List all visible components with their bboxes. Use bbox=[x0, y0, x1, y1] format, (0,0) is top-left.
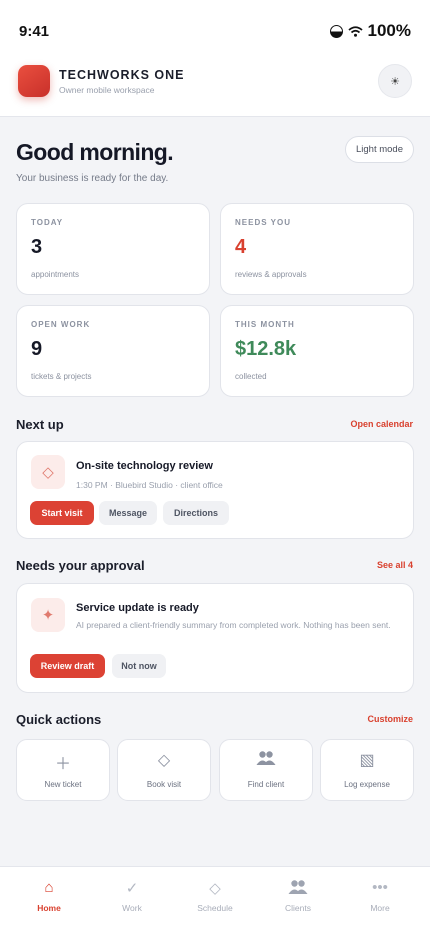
customize-link[interactable]: Customize bbox=[367, 714, 413, 724]
tab-label: Home bbox=[37, 903, 61, 913]
tab-clients[interactable]: Clients bbox=[255, 867, 341, 932]
status-time: 9:41 bbox=[19, 23, 50, 40]
battery-level: 100% bbox=[367, 21, 411, 40]
quick-action-book-visit[interactable]: ◇ Book visit bbox=[117, 739, 211, 801]
dots-icon: ••• bbox=[372, 879, 388, 896]
focus-icon bbox=[329, 24, 343, 38]
approval-title: Service update is ready bbox=[76, 602, 199, 614]
section-title-next-up: Next up bbox=[16, 417, 64, 432]
appointment-title: On-site technology review bbox=[76, 460, 213, 472]
people-icon bbox=[255, 879, 341, 899]
stat-card-this-month[interactable]: THIS MONTH $12.8k collected bbox=[220, 305, 414, 397]
status-bar: 9:41 100% bbox=[0, 0, 430, 56]
page-subtitle: Your business is ready for the day. bbox=[16, 173, 169, 184]
tab-work[interactable]: ✓ Work bbox=[89, 867, 175, 932]
page-title: Good morning. bbox=[16, 139, 174, 165]
tab-schedule[interactable]: ◇ Schedule bbox=[172, 867, 258, 932]
stat-value: 9 bbox=[31, 338, 43, 360]
app-logo bbox=[18, 65, 50, 97]
stat-card-open-work[interactable]: OPEN WORK 9 tickets & projects bbox=[16, 305, 210, 397]
stat-caption: reviews & approvals bbox=[235, 270, 307, 279]
app-subtitle: Owner mobile workspace bbox=[59, 85, 155, 95]
tab-bar: ⌂ Home ✓ Work ◇ Schedule Clients ••• Mor… bbox=[0, 866, 430, 932]
quick-action-log-expense[interactable]: ▧ Log expense bbox=[320, 739, 414, 801]
stat-card-needs-you[interactable]: NEEDS YOU 4 reviews & approvals bbox=[220, 203, 414, 295]
home-icon: ⌂ bbox=[44, 879, 54, 896]
approval-card[interactable]: ✦ Service update is ready AI prepared a … bbox=[16, 583, 414, 693]
theme-toggle-button[interactable]: ☀ bbox=[378, 64, 412, 98]
stat-card-today[interactable]: TODAY 3 appointments bbox=[16, 203, 210, 295]
stat-label: THIS MONTH bbox=[235, 320, 295, 329]
diamond-icon: ◇ bbox=[157, 752, 171, 769]
stat-label: NEEDS YOU bbox=[235, 218, 291, 227]
wifi-icon bbox=[347, 25, 363, 37]
stat-caption: collected bbox=[235, 372, 267, 381]
tab-label: More bbox=[370, 903, 390, 913]
quick-action-label: Find client bbox=[247, 780, 285, 789]
section-title-quick-actions: Quick actions bbox=[16, 712, 102, 727]
diamond-icon: ◇ bbox=[31, 455, 65, 489]
approval-detail: AI prepared a client-friendly summary fr… bbox=[76, 620, 391, 630]
plus-icon: ＋ bbox=[54, 756, 71, 773]
check-icon: ✓ bbox=[125, 880, 139, 897]
start-visit-button[interactable]: Start visit bbox=[30, 501, 94, 525]
not-now-button[interactable]: Not now bbox=[112, 654, 166, 678]
review-draft-button[interactable]: Review draft bbox=[30, 654, 105, 678]
light-mode-button[interactable]: Light mode bbox=[345, 136, 414, 163]
stat-value: 4 bbox=[235, 236, 247, 258]
appointment-detail: 1:30 PM · Bluebird Studio · client offic… bbox=[76, 480, 223, 490]
tab-more[interactable]: ••• More bbox=[337, 867, 423, 932]
sparkle-icon: ✦ bbox=[31, 598, 65, 632]
section-title-approval: Needs your approval bbox=[16, 558, 145, 573]
stat-caption: appointments bbox=[31, 270, 80, 279]
sun-icon: ☀ bbox=[390, 75, 400, 88]
status-indicators: 100% bbox=[329, 21, 411, 41]
app-name: TECHWORKS ONE bbox=[59, 68, 185, 82]
quick-action-find-client[interactable]: Find client bbox=[219, 739, 313, 801]
stat-value: $12.8k bbox=[235, 338, 297, 360]
tab-label: Clients bbox=[285, 903, 311, 913]
quick-action-label: Log expense bbox=[344, 780, 390, 789]
quick-action-new-ticket[interactable]: ＋ New ticket bbox=[16, 739, 110, 801]
quick-action-label: Book visit bbox=[146, 780, 182, 789]
directions-button[interactable]: Directions bbox=[163, 501, 229, 525]
tab-label: Schedule bbox=[197, 903, 233, 913]
tab-home[interactable]: ⌂ Home bbox=[6, 867, 92, 932]
see-all-link[interactable]: See all 4 bbox=[377, 560, 413, 570]
next-up-card[interactable]: ◇ On-site technology review 1:30 PM · Bl… bbox=[16, 441, 414, 539]
diamond-icon: ◇ bbox=[209, 880, 221, 897]
stat-label: TODAY bbox=[31, 218, 64, 227]
app-header: TECHWORKS ONE Owner mobile workspace ☀ bbox=[0, 56, 430, 117]
stat-value: 3 bbox=[31, 236, 43, 258]
tab-label: Work bbox=[122, 903, 142, 913]
people-icon bbox=[220, 750, 312, 771]
receipt-icon: ▧ bbox=[359, 752, 375, 769]
stat-label: OPEN WORK bbox=[31, 320, 91, 329]
open-calendar-link[interactable]: Open calendar bbox=[350, 419, 413, 429]
stat-caption: tickets & projects bbox=[31, 372, 92, 381]
quick-action-label: New ticket bbox=[44, 780, 82, 789]
message-button[interactable]: Message bbox=[99, 501, 157, 525]
